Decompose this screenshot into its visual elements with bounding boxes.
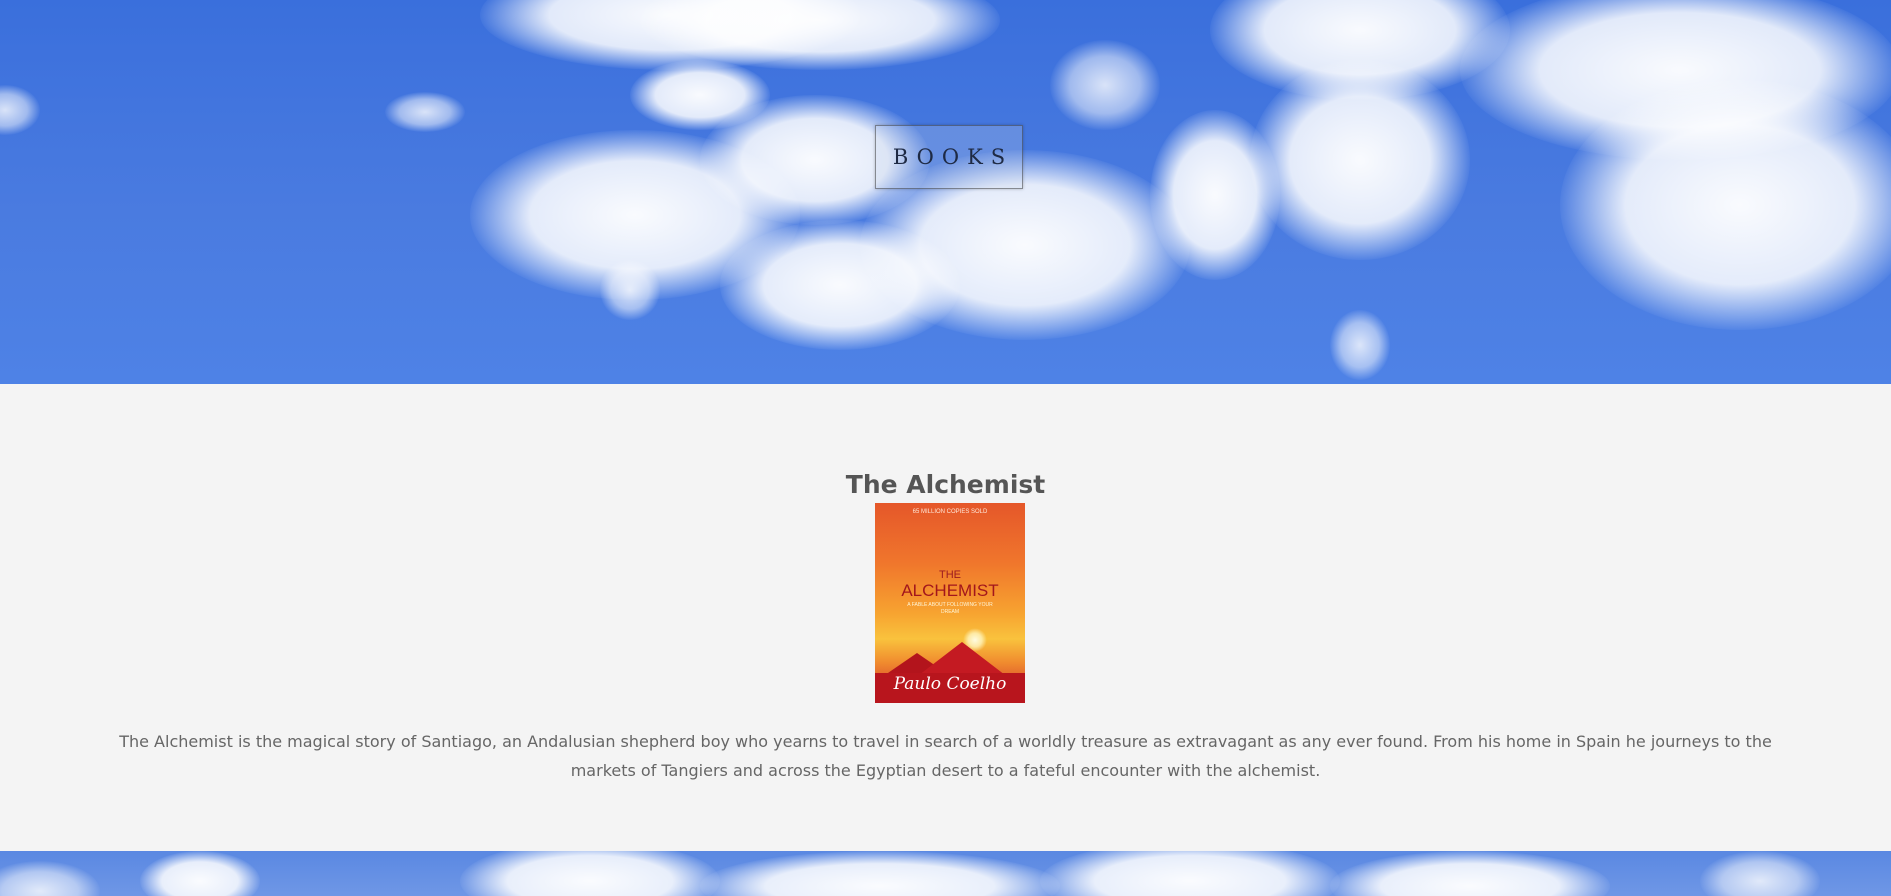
sky-banner-footer [0,851,1891,896]
cloud-decoration [1040,851,1340,896]
sky-banner: BOOKS [0,0,1891,384]
book-cover-image[interactable]: 65 MILLION COPIES SOLD THE ALCHEMIST A F… [875,503,1025,703]
books-button[interactable]: BOOKS [875,125,1023,189]
cloud-decoration [700,851,1060,896]
pyramids-icon [875,642,1025,703]
cloud-decoration [0,85,40,135]
book-description: The Alchemist is the magical story of Sa… [119,732,1772,780]
cloud-decoration [1050,40,1160,130]
cloud-decoration [460,851,720,896]
cloud-decoration [140,851,260,896]
cloud-decoration [0,861,100,896]
cloud-decoration [1560,80,1891,330]
book-title: The Alchemist [845,469,1046,499]
cloud-decoration [1330,310,1390,380]
cover-author: Paulo Coelho [893,674,1007,694]
cloud-decoration [385,92,465,132]
cloud-decoration [1700,851,1820,896]
cloud-decoration [1250,60,1470,260]
books-button-label: BOOKS [892,145,1014,169]
cloud-decoration [600,260,660,320]
cloud-decoration [1330,851,1610,896]
cloud-decoration [720,220,960,350]
